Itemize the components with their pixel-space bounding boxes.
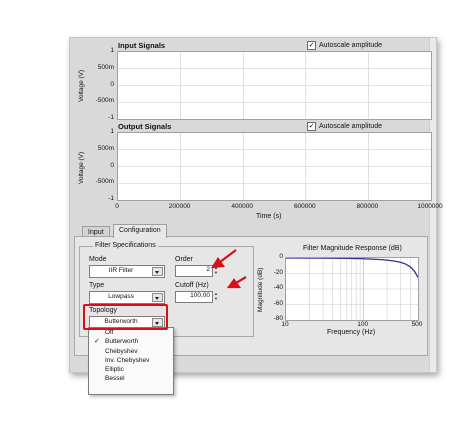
order-arrow-line <box>219 249 237 263</box>
cutoff-arrow-line <box>235 276 247 284</box>
tab-configuration[interactable]: Configuration <box>113 224 167 238</box>
annotation-arrows <box>210 249 247 289</box>
